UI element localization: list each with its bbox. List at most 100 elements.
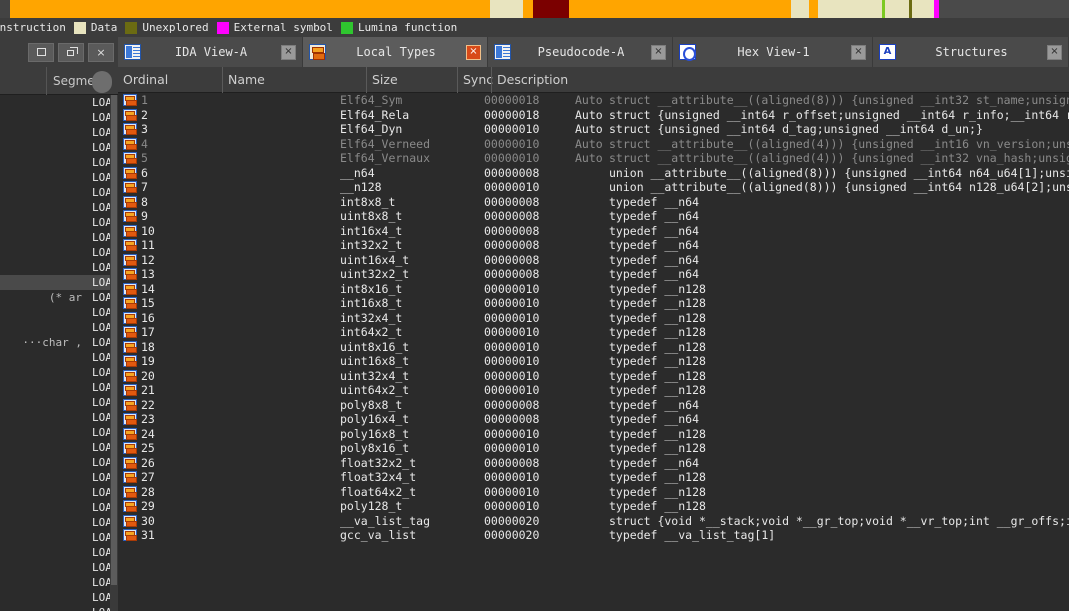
background-row[interactable]: LOAD [0, 245, 118, 260]
table-row[interactable]: 22 poly8x8_t 00000008 typedef __n64 [118, 398, 1069, 413]
navband-segment-7[interactable] [809, 0, 818, 18]
tab-close-icon[interactable]: × [651, 44, 666, 60]
background-row[interactable]: LOAD [0, 305, 118, 320]
background-row[interactable]: LOAD [0, 125, 118, 140]
table-row[interactable]: 11 int32x2_t 00000008 typedef __n64 [118, 238, 1069, 253]
table-row[interactable]: 16 int32x4_t 00000010 typedef __n128 [118, 311, 1069, 326]
background-row[interactable]: ar *) LOAD [0, 290, 118, 305]
table-row[interactable]: 21 uint64x2_t 00000010 typedef __n128 [118, 383, 1069, 398]
background-row[interactable]: LOAD [0, 380, 118, 395]
maximize-button[interactable] [58, 42, 84, 62]
table-row[interactable]: 20 uint32x4_t 00000010 typedef __n128 [118, 369, 1069, 384]
table-row[interactable]: 7 __n128 00000010 union __attribute__((alig… [118, 180, 1069, 195]
table-row[interactable]: 29 poly128_t 00000010 typedef __n128 [118, 499, 1069, 514]
table-row[interactable]: 28 float64x2_t 00000010 typedef __n128 [118, 485, 1069, 500]
column-header-size[interactable]: Size [366, 67, 457, 93]
background-row[interactable]: LOAD [0, 425, 118, 440]
background-row[interactable]: LOAD [0, 185, 118, 200]
background-row[interactable]: LOAD [0, 170, 118, 185]
close-button[interactable]: × [88, 42, 114, 62]
table-row[interactable]: 26 float32x2_t 00000008 typedef __n64 [118, 456, 1069, 471]
background-row[interactable]: LOAD [0, 350, 118, 365]
background-row[interactable]: LOAD [0, 485, 118, 500]
background-row[interactable]: LOAD [0, 95, 118, 110]
table-row[interactable]: 19 uint16x8_t 00000010 typedef __n128 [118, 354, 1069, 369]
background-row[interactable]: LOAD [0, 155, 118, 170]
column-header-name[interactable]: Name [222, 67, 366, 93]
background-row[interactable]: LOAD [0, 230, 118, 245]
background-row[interactable]: LOAD [0, 200, 118, 215]
background-row[interactable]: LOAD [0, 395, 118, 410]
background-row[interactable]: LOAD [0, 140, 118, 155]
background-row[interactable]: LOAD [0, 470, 118, 485]
navigation-band[interactable] [0, 0, 1069, 18]
background-row[interactable]: LOAD [0, 440, 118, 455]
background-row[interactable]: LOAD [0, 590, 118, 605]
table-row[interactable]: 31 gcc_va_list 00000020 typedef __va_list_t… [118, 528, 1069, 543]
navband-segment-3[interactable] [523, 0, 533, 18]
tab-local-types[interactable]: Local Types × [303, 37, 488, 67]
table-row[interactable]: 1 Elf64_Sym 00000018 Auto struct __attribute… [118, 93, 1069, 108]
table-row[interactable]: 17 int64x2_t 00000010 typedef __n128 [118, 325, 1069, 340]
tab-close-icon[interactable]: × [1047, 44, 1062, 60]
table-row[interactable]: 18 uint8x16_t 00000010 typedef __n128 [118, 340, 1069, 355]
background-row[interactable]: LOAD [0, 545, 118, 560]
tab-structures[interactable]: A Structures × [873, 37, 1069, 67]
background-row[interactable]: LOAD [0, 605, 118, 611]
table-row[interactable]: 30 __va_list_tag 00000020 struct {void *__s… [118, 514, 1069, 529]
background-row[interactable]: LOAD [0, 410, 118, 425]
table-row[interactable]: 25 poly8x16_t 00000010 typedef __n128 [118, 441, 1069, 456]
navband-segment-2[interactable] [490, 0, 523, 18]
background-vertical-scrollbar[interactable] [110, 95, 118, 611]
table-row[interactable]: 15 int16x8_t 00000010 typedef __n128 [118, 296, 1069, 311]
table-row[interactable]: 12 uint16x4_t 00000008 typedef __n64 [118, 253, 1069, 268]
background-row[interactable]: LOAD [0, 110, 118, 125]
table-row[interactable]: 4 Elf64_Verneed 00000010 Auto struct __attri… [118, 137, 1069, 152]
navband-segment-6[interactable] [791, 0, 809, 18]
table-row[interactable]: 10 int16x4_t 00000008 typedef __n64 [118, 224, 1069, 239]
minimize-button[interactable] [28, 42, 54, 62]
tab-ida-view-a[interactable]: IDA View-A × [118, 37, 303, 67]
navband-segment-0[interactable] [0, 0, 10, 18]
table-row[interactable]: 3 Elf64_Dyn 00000010 Auto struct {unsigned _… [118, 122, 1069, 137]
table-row[interactable]: 5 Elf64_Vernaux 00000010 Auto struct __attri… [118, 151, 1069, 166]
navband-segment-12[interactable] [912, 0, 934, 18]
tab-close-icon[interactable]: × [466, 44, 481, 60]
background-row[interactable]: LOAD [0, 275, 118, 290]
tab-hex-view-1[interactable]: Hex View-1 × [673, 37, 873, 67]
table-row[interactable]: 27 float32x4_t 00000010 typedef __n128 [118, 470, 1069, 485]
background-row[interactable]: LOAD [0, 260, 118, 275]
table-row[interactable]: 13 uint32x2_t 00000008 typedef __n64 [118, 267, 1069, 282]
navband-segment-8[interactable] [818, 0, 882, 18]
background-vertical-scrollbar-thumb[interactable] [111, 95, 117, 586]
table-row[interactable]: 23 poly16x4_t 00000008 typedef __n64 [118, 412, 1069, 427]
column-header-sync[interactable]: Sync [457, 67, 493, 93]
table-row[interactable]: 24 poly16x8_t 00000010 typedef __n128 [118, 427, 1069, 442]
navband-segment-14[interactable] [939, 0, 1069, 18]
background-row[interactable]: LOAD [0, 515, 118, 530]
background-row[interactable]: LOAD [0, 500, 118, 515]
table-row[interactable]: 9 uint8x8_t 00000008 typedef __n64 [118, 209, 1069, 224]
tab-close-icon[interactable]: × [281, 44, 296, 60]
tab-pseudocode-a[interactable]: Pseudocode-A × [488, 37, 673, 67]
table-row[interactable]: 8 int8x8_t 00000008 typedef __n64 [118, 195, 1069, 210]
navband-segment-5[interactable] [569, 0, 791, 18]
navband-segment-1[interactable] [10, 0, 490, 18]
background-row[interactable]: LOAD [0, 530, 118, 545]
background-row[interactable]: LOAD [0, 560, 118, 575]
background-row[interactable]: , char··· LOAD [0, 335, 118, 350]
column-header-ordinal[interactable]: Ordinal [118, 67, 222, 93]
table-row[interactable]: 14 int8x16_t 00000010 typedef __n128 [118, 282, 1069, 297]
background-row[interactable]: LOAD [0, 215, 118, 230]
background-row[interactable]: LOAD [0, 575, 118, 590]
navband-segment-4[interactable] [533, 0, 569, 18]
table-row[interactable]: 2 Elf64_Rela 00000018 Auto struct {unsigned … [118, 108, 1069, 123]
background-row[interactable]: LOAD [0, 455, 118, 470]
background-row[interactable]: LOAD [0, 365, 118, 380]
background-row[interactable]: LOAD [0, 320, 118, 335]
background-scroll-thumb[interactable] [92, 71, 112, 93]
navband-segment-10[interactable] [885, 0, 909, 18]
table-row[interactable]: 6 __n64 00000008 union __attribute__((align… [118, 166, 1069, 181]
column-header-description[interactable]: Description [491, 67, 1069, 93]
tab-close-icon[interactable]: × [851, 44, 866, 60]
